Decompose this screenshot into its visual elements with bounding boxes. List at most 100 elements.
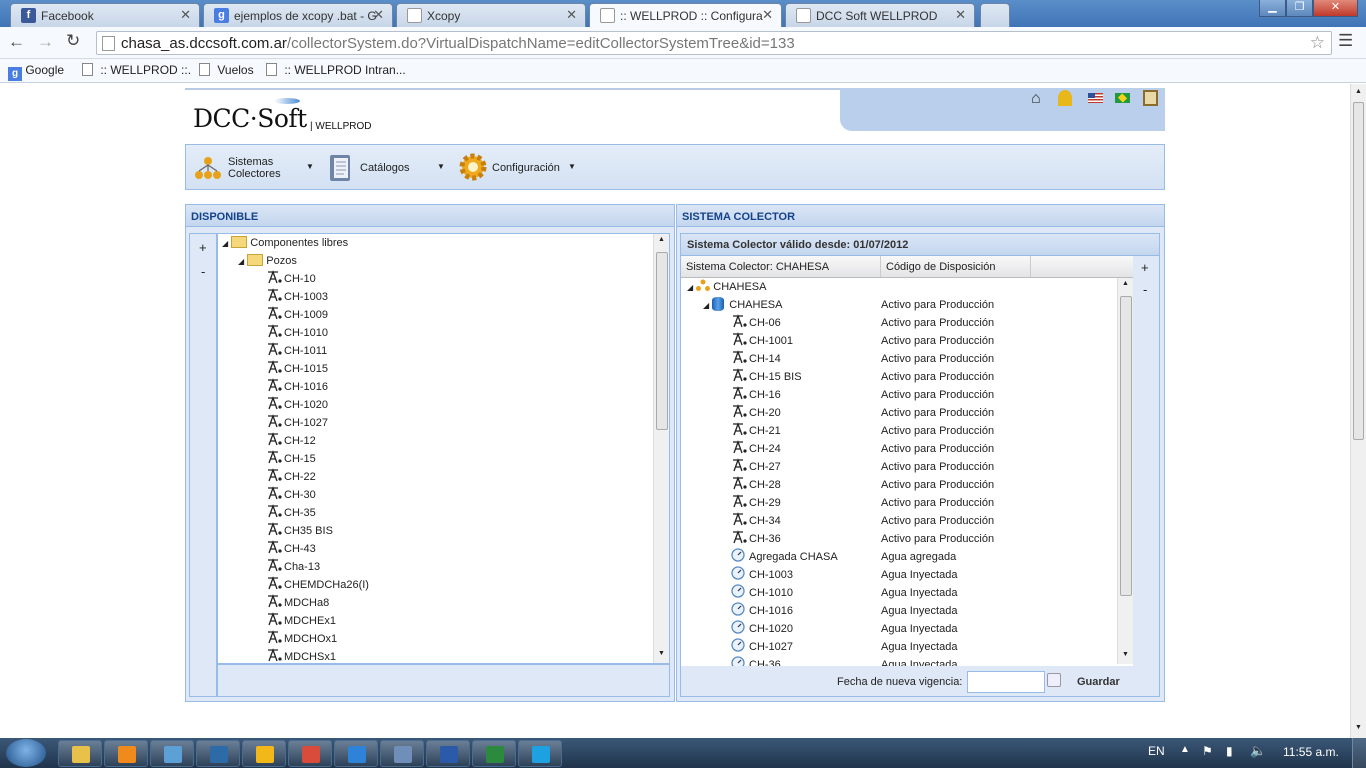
tree-node-well[interactable]: CH-36: [731, 530, 781, 548]
expand-all-button[interactable]: +: [1141, 260, 1149, 275]
action-center-flag-icon[interactable]: ⚑: [1202, 744, 1213, 758]
tree-node-well[interactable]: Cha-13: [266, 558, 320, 576]
tree-node-root[interactable]: ◢ CHAHESA: [687, 278, 766, 296]
tree-node-well[interactable]: CH-22: [266, 468, 316, 486]
collapse-all-button[interactable]: -: [1143, 282, 1147, 297]
tree-node-well[interactable]: CH-30: [266, 486, 316, 504]
page-scroll-thumb[interactable]: [1353, 102, 1364, 440]
bookmark-vuelos[interactable]: Vuelos: [199, 63, 254, 77]
available-tree-scrollbar[interactable]: ▲ ▼: [653, 234, 669, 663]
media-player-taskbar-button[interactable]: [104, 740, 148, 767]
excel-taskbar-button[interactable]: [472, 740, 516, 767]
scroll-up-icon[interactable]: ▲: [1122, 280, 1129, 287]
restore-button[interactable]: ❐: [1286, 0, 1313, 17]
bookmark-google[interactable]: g Google: [8, 63, 64, 81]
tree-node-well[interactable]: CH-27: [731, 458, 781, 476]
tree-node-pozos[interactable]: ◢ Pozos: [238, 252, 297, 270]
tree-node-well[interactable]: CH-15: [266, 450, 316, 468]
column-header-disposition[interactable]: Código de Disposición: [881, 256, 1031, 277]
tree-node-well[interactable]: CH35 BIS: [266, 522, 333, 540]
menu-wrench-icon[interactable]: ☰: [1338, 31, 1353, 51]
bookmark-star-icon[interactable]: ☆: [1310, 33, 1325, 53]
tab-xcopy[interactable]: Xcopy ✕: [396, 3, 586, 27]
scroll-down-icon[interactable]: ▼: [1355, 724, 1362, 731]
power-icon[interactable]: ▮: [1226, 744, 1233, 758]
tree-node-chahesa[interactable]: ◢ CHAHESA: [703, 296, 782, 314]
tree-node-well[interactable]: CHEMDCHa26(I): [266, 576, 369, 594]
collapse-all-button[interactable]: -: [201, 264, 205, 279]
close-icon[interactable]: ✕: [180, 7, 191, 23]
tree-node-meter[interactable]: CH-36: [731, 656, 781, 666]
tree-node-well[interactable]: CH-35: [266, 504, 316, 522]
scroll-up-icon[interactable]: ▲: [1355, 88, 1362, 95]
tree-node-well[interactable]: CH-12: [266, 432, 316, 450]
tree-node-well[interactable]: CH-1009: [266, 306, 328, 324]
word-taskbar-button[interactable]: [426, 740, 470, 767]
bookmark-wellprod-intranet[interactable]: :: WELLPROD Intran...: [266, 63, 406, 77]
tab-dcc-soft[interactable]: DCC Soft WELLPROD ✕: [785, 3, 975, 27]
close-icon[interactable]: ✕: [762, 7, 773, 23]
tree-node-well[interactable]: MDCHOx1: [266, 630, 337, 648]
close-icon[interactable]: ✕: [373, 7, 384, 23]
forward-icon[interactable]: →: [37, 32, 54, 52]
menu-configuracion[interactable]: Configuración ▼: [457, 151, 582, 183]
tree-node-well[interactable]: CH-20: [731, 404, 781, 422]
clock[interactable]: 11:55 a.m.: [1283, 745, 1339, 759]
scroll-thumb[interactable]: [656, 252, 668, 430]
scroll-down-icon[interactable]: ▼: [1122, 651, 1129, 658]
tree-node-well[interactable]: CH-1020: [266, 396, 328, 414]
tree-node-well[interactable]: CH-1001: [731, 332, 793, 350]
date-input[interactable]: [967, 671, 1045, 693]
bookmark-wellprod[interactable]: :: WELLPROD ::.: [82, 63, 191, 77]
tree-node-well[interactable]: CH-24: [731, 440, 781, 458]
outlook-taskbar-button[interactable]: [242, 740, 286, 767]
home-icon[interactable]: ⌂: [1031, 90, 1041, 108]
chrome-taskbar-button[interactable]: [288, 740, 332, 767]
tree-node-well[interactable]: CH-1015: [266, 360, 328, 378]
tree-node-well[interactable]: CH-16: [731, 386, 781, 404]
volume-icon[interactable]: 🔈: [1250, 743, 1266, 759]
tree-node-well[interactable]: CH-10: [266, 270, 316, 288]
tree-node-well[interactable]: CH-1027: [266, 414, 328, 432]
tray-expand-icon[interactable]: ▲: [1180, 744, 1190, 755]
back-icon[interactable]: ←: [8, 32, 25, 52]
tree-node-meter[interactable]: CH-1010: [731, 584, 793, 602]
tree-node-well[interactable]: CH-43: [266, 540, 316, 558]
tree-node-well[interactable]: CH-14: [731, 350, 781, 368]
tree-node-well[interactable]: CH-34: [731, 512, 781, 530]
minimize-button[interactable]: ▁: [1259, 0, 1286, 17]
tree-node-well[interactable]: MDCHEx1: [266, 612, 336, 630]
monitor-taskbar-button[interactable]: [196, 740, 240, 767]
scroll-up-icon[interactable]: ▲: [658, 236, 665, 243]
page-scrollbar[interactable]: ▲ ▼: [1350, 84, 1366, 738]
tree-node-well[interactable]: MDCHSx1: [266, 648, 336, 663]
tab-facebook[interactable]: f Facebook ✕: [10, 3, 200, 27]
tree-node-meter[interactable]: CH-1003: [731, 566, 793, 584]
save-button[interactable]: Guardar: [1077, 676, 1120, 688]
tree-node-well[interactable]: CH-29: [731, 494, 781, 512]
tree-node-root[interactable]: ◢ Componentes libres: [222, 234, 348, 252]
column-header-collector[interactable]: Sistema Colector: CHAHESA: [681, 256, 881, 277]
tree-node-well[interactable]: CH-1011: [266, 342, 327, 360]
tree-node-well[interactable]: CH-1010: [266, 324, 328, 342]
skype-taskbar-button[interactable]: [518, 740, 562, 767]
tree-node-well[interactable]: MDCHa8: [266, 594, 329, 612]
network-taskbar-button[interactable]: [150, 740, 194, 767]
tree-node-well[interactable]: CH-06: [731, 314, 781, 332]
close-icon[interactable]: ✕: [566, 7, 577, 23]
tree-node-meter[interactable]: CH-1027: [731, 638, 793, 656]
ie-taskbar-button[interactable]: [334, 740, 378, 767]
tree-node-well[interactable]: CH-15 BIS: [731, 368, 802, 386]
expand-all-button[interactable]: +: [199, 240, 207, 255]
tab-xcopy-search[interactable]: g ejemplos de xcopy .bat - G ✕: [203, 3, 393, 27]
scroll-down-icon[interactable]: ▼: [658, 650, 665, 657]
close-icon[interactable]: ✕: [955, 7, 966, 23]
start-orb-button[interactable]: [6, 739, 46, 767]
scroll-thumb[interactable]: [1120, 296, 1132, 596]
key-icon[interactable]: [1058, 90, 1072, 106]
tree-node-well[interactable]: CH-1003: [266, 288, 328, 306]
reload-icon[interactable]: ↻: [66, 31, 80, 51]
tree-node-well[interactable]: CH-1016: [266, 378, 328, 396]
new-tab-button[interactable]: [980, 3, 1010, 27]
tree-node-meter[interactable]: CH-1020: [731, 620, 793, 638]
